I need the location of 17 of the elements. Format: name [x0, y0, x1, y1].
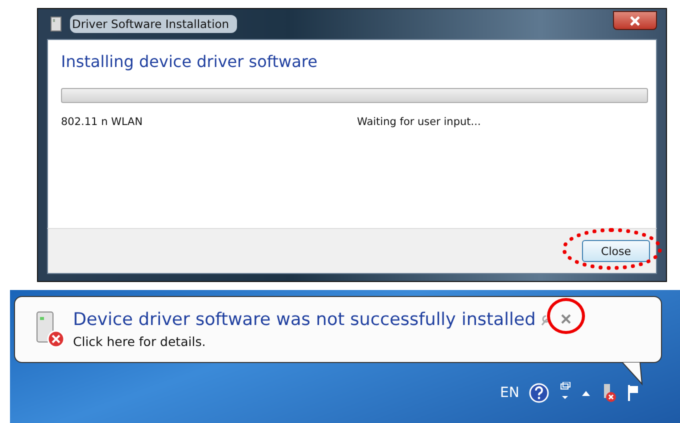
device-name: 802.11 n WLAN: [61, 116, 144, 128]
device-status: Waiting for user input...: [357, 116, 481, 128]
device-error-icon[interactable]: [601, 383, 618, 403]
window-title: Driver Software Installation: [70, 15, 238, 33]
notification-balloon[interactable]: Device driver software was not successfully installed Click here for details.: [14, 296, 662, 363]
close-button[interactable]: Close: [582, 240, 650, 262]
flag-icon[interactable]: [627, 383, 640, 403]
show-hidden-icon[interactable]: [581, 389, 592, 397]
language-indicator[interactable]: EN: [500, 385, 520, 401]
notification-title: Device driver software was not successfully installed: [73, 310, 536, 330]
balloon-tail: [622, 362, 644, 386]
wrench-icon: [540, 314, 550, 326]
driver-icon: [50, 16, 62, 32]
help-icon[interactable]: [529, 383, 550, 403]
dialog-heading: Installing device driver software: [61, 52, 318, 71]
close-icon[interactable]: [613, 11, 657, 30]
details-link[interactable]: Click here for details.: [73, 334, 536, 349]
